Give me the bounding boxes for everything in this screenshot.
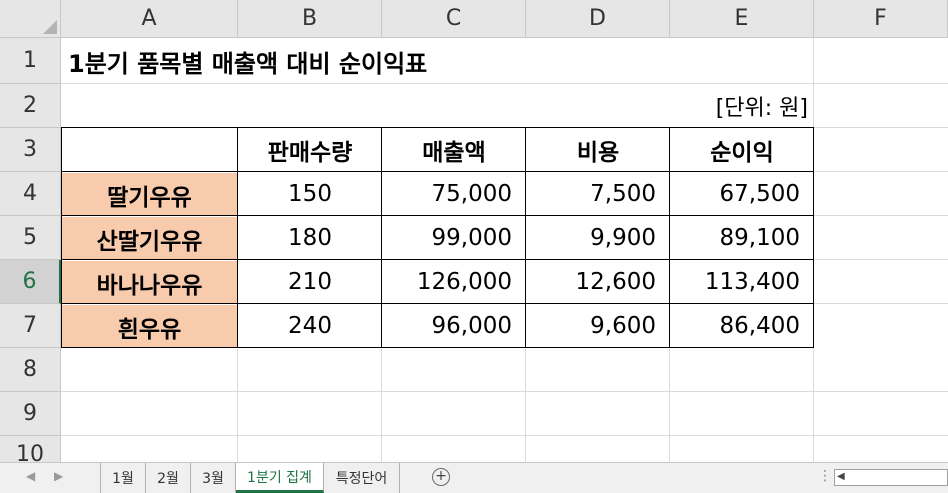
sheet-title[interactable]: 1분기 품목별 매출액 대비 순이익표: [68, 40, 427, 83]
table-border: [61, 259, 814, 260]
item-cell[interactable]: 산딸기우유: [62, 217, 237, 260]
table-border: [61, 127, 814, 128]
profit-cell[interactable]: 67,500: [670, 172, 814, 216]
tab-jan[interactable]: 1월: [100, 463, 146, 493]
table-border: [61, 215, 814, 216]
cost-cell[interactable]: 9,600: [526, 304, 670, 348]
ellipsis-icon[interactable]: ⋮: [818, 468, 832, 484]
unit-label[interactable]: [단위: 원]: [716, 84, 808, 128]
plus-circle-icon[interactable]: +: [432, 468, 450, 486]
gridline: [669, 348, 670, 462]
gridline: [814, 171, 948, 172]
gridline: [814, 259, 948, 260]
header-cell-cost[interactable]: 비용: [526, 128, 670, 172]
table-border: [61, 171, 814, 172]
sales-cell[interactable]: 99,000: [382, 216, 526, 260]
profit-cell[interactable]: 89,100: [670, 216, 814, 260]
spreadsheet-grid: A B C D E F 1 2 3 4 5 6 7 8 9 10 1분기 품목별…: [0, 0, 948, 462]
sales-cell[interactable]: 96,000: [382, 304, 526, 348]
gridline: [381, 348, 382, 462]
item-cell[interactable]: 흰우유: [62, 305, 237, 348]
column-header-a[interactable]: A: [61, 0, 238, 38]
column-header-f[interactable]: F: [814, 0, 948, 38]
row-header-6[interactable]: 6: [0, 260, 61, 304]
row-header-7[interactable]: 7: [0, 304, 61, 348]
profit-cell[interactable]: 86,400: [670, 304, 814, 348]
sheet-tab-bar: ◀ ▶ 1월 2월 3월 1분기 집계 특정단어 + ⋮ ◀: [0, 462, 948, 493]
row-header-3[interactable]: 3: [0, 128, 61, 172]
header-cell-blank[interactable]: [62, 128, 238, 172]
row-header-10[interactable]: 10: [0, 436, 61, 462]
header-cell-profit[interactable]: 순이익: [670, 128, 814, 172]
tab-specific-word[interactable]: 특정단어: [324, 463, 400, 493]
gridline: [61, 391, 948, 392]
tab-feb[interactable]: 2월: [146, 463, 191, 493]
qty-cell[interactable]: 150: [238, 172, 382, 216]
gridline: [237, 348, 238, 462]
qty-cell[interactable]: 210: [238, 260, 382, 304]
chevron-right-icon[interactable]: ▶: [54, 469, 63, 483]
table-border: [61, 127, 62, 348]
table-border: [237, 127, 238, 348]
row-header-2[interactable]: 2: [0, 84, 61, 128]
row-header-4[interactable]: 4: [0, 172, 61, 216]
gridline: [61, 435, 948, 436]
gridline: [525, 348, 526, 462]
row-header-8[interactable]: 8: [0, 348, 61, 392]
cost-cell[interactable]: 7,500: [526, 172, 670, 216]
gridline: [814, 303, 948, 304]
tab-mar[interactable]: 3월: [191, 463, 236, 493]
table-border: [813, 127, 814, 348]
row-header-5[interactable]: 5: [0, 216, 61, 260]
profit-cell[interactable]: 113,400: [670, 260, 814, 304]
qty-cell[interactable]: 180: [238, 216, 382, 260]
gridline: [814, 215, 948, 216]
tab-q1-summary[interactable]: 1분기 집계: [236, 463, 324, 493]
table-border: [61, 347, 814, 348]
table-border: [381, 127, 382, 348]
select-all-corner[interactable]: [0, 0, 61, 38]
scroll-left-icon[interactable]: ◀: [837, 471, 845, 482]
row-header-9[interactable]: 9: [0, 392, 61, 436]
gridline: [61, 83, 948, 84]
cost-cell[interactable]: 9,900: [526, 216, 670, 260]
table-border: [61, 303, 814, 304]
item-cell[interactable]: 바나나우유: [62, 261, 237, 304]
chevron-left-icon[interactable]: ◀: [26, 469, 35, 483]
column-header-c[interactable]: C: [382, 0, 526, 38]
column-header-b[interactable]: B: [238, 0, 382, 38]
horizontal-scrollbar[interactable]: ◀: [834, 469, 948, 486]
cost-cell[interactable]: 12,600: [526, 260, 670, 304]
table-border: [525, 127, 526, 348]
header-cell-qty[interactable]: 판매수량: [238, 128, 382, 172]
row-header-1[interactable]: 1: [0, 38, 61, 84]
qty-cell[interactable]: 240: [238, 304, 382, 348]
header-cell-sales[interactable]: 매출액: [382, 128, 526, 172]
item-cell[interactable]: 딸기우유: [62, 173, 237, 216]
select-all-triangle-icon: [43, 20, 57, 34]
column-header-e[interactable]: E: [670, 0, 814, 38]
sales-cell[interactable]: 126,000: [382, 260, 526, 304]
sales-cell[interactable]: 75,000: [382, 172, 526, 216]
table-border: [669, 127, 670, 348]
column-header-d[interactable]: D: [526, 0, 670, 38]
